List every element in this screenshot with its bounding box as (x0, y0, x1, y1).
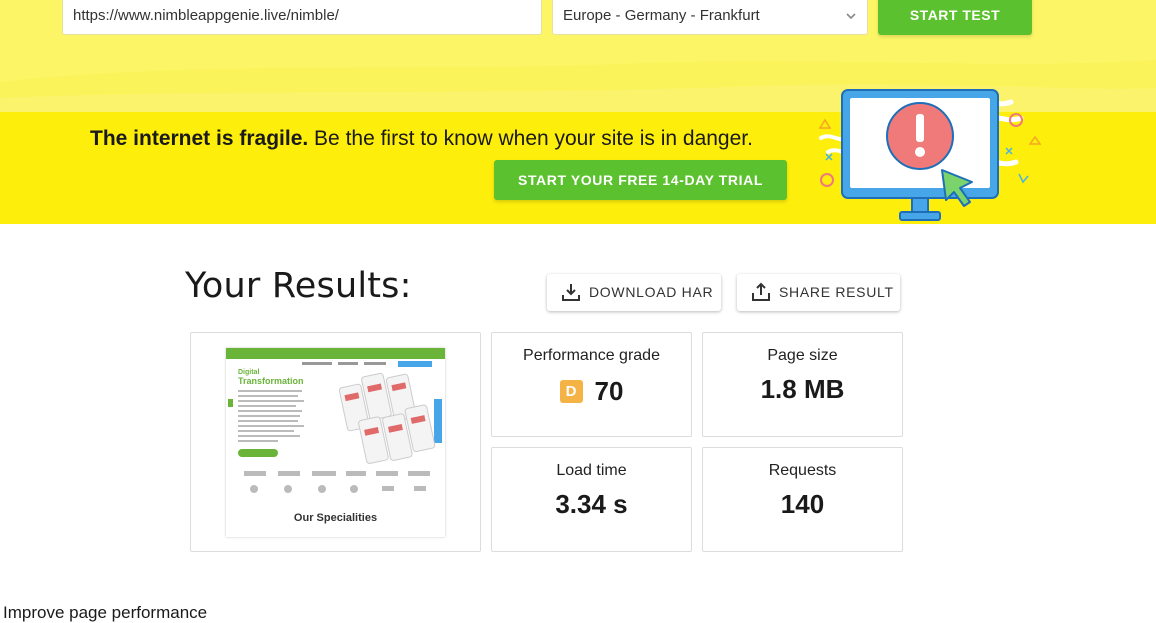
promo-message: The internet is fragile. Be the first to… (90, 127, 753, 151)
grade-badge: D (559, 380, 583, 403)
page-screenshot-card: Digital Transformation Our Specialities (190, 332, 481, 552)
requests-label: Requests (768, 462, 837, 479)
promo-bold-text: The internet is fragile. (90, 127, 309, 150)
page-size-card: Page size 1.8 MB (702, 332, 903, 437)
performance-grade-label: Performance grade (523, 347, 660, 364)
thumbnail-specialities-heading: Our Specialities (293, 512, 378, 524)
share-result-label: SHARE RESULT (779, 284, 894, 300)
free-trial-button[interactable]: START YOUR FREE 14-DAY TRIAL (494, 160, 787, 200)
thumbnail-page-preview: Digital Transformation (228, 361, 442, 493)
alert-monitor-illustration (818, 89, 1042, 221)
page-size-label: Page size (767, 347, 838, 364)
performance-grade-row: D 70 (492, 376, 691, 407)
download-har-label: DOWNLOAD HAR (589, 284, 714, 300)
share-result-button[interactable]: SHARE RESULT (737, 274, 900, 311)
promo-body-text: Be the first to know when your site is i… (308, 127, 753, 150)
start-test-button[interactable]: START TEST (878, 0, 1032, 35)
share-icon (752, 282, 770, 301)
page-size-value: 1.8 MB (760, 374, 845, 404)
url-input[interactable]: https://www.nimbleappgenie.live/nimble/ (62, 0, 542, 35)
download-icon (562, 284, 580, 301)
region-select-value: Europe - Germany - Frankfurt (563, 7, 760, 24)
performance-grade-value: 70 (594, 376, 624, 406)
download-har-button[interactable]: DOWNLOAD HAR (547, 274, 721, 311)
requests-value: 140 (780, 489, 825, 519)
page-screenshot-thumbnail[interactable]: Digital Transformation Our Specialities (226, 348, 445, 537)
thumbnail-heading: Transformation (238, 376, 304, 386)
load-time-card: Load time 3.34 s (491, 447, 692, 552)
chevron-down-icon (846, 13, 856, 20)
test-region-select[interactable]: Europe - Germany - Frankfurt (552, 0, 868, 35)
improve-performance-heading: Improve page performance (3, 603, 208, 622)
load-time-label: Load time (556, 462, 627, 479)
load-time-value: 3.34 s (555, 489, 628, 519)
requests-card: Requests 140 (702, 447, 903, 552)
results-title: Your Results: (185, 266, 412, 306)
thumbnail-header-bar (226, 348, 445, 359)
performance-grade-card: Performance grade D 70 (491, 332, 692, 437)
svg-text:Digital: Digital (238, 369, 259, 376)
